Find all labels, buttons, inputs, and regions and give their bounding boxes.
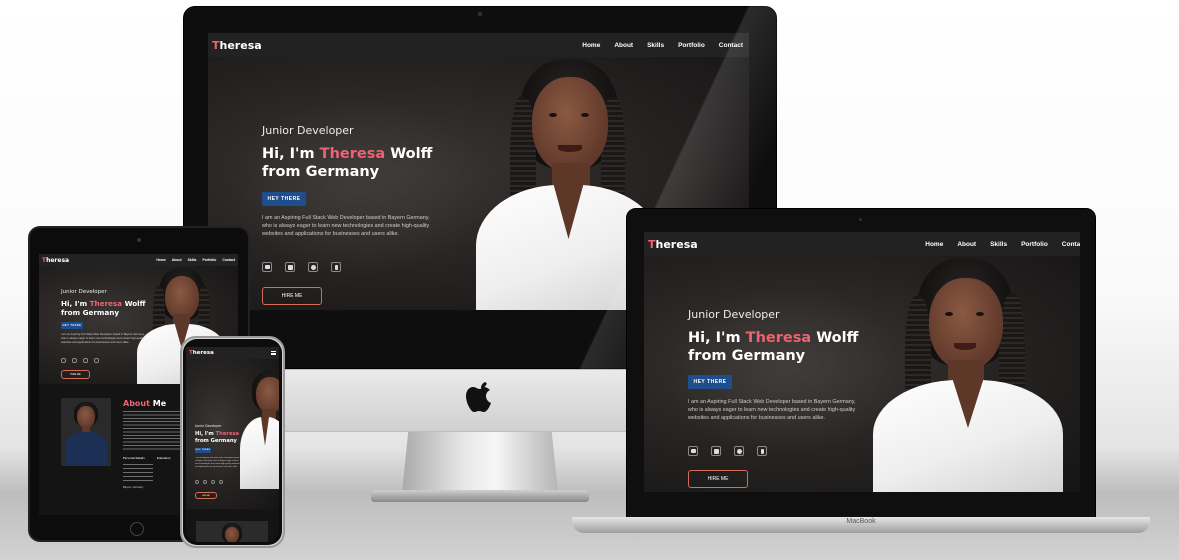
nav-portfolio[interactable]: Portfolio xyxy=(678,42,705,49)
about-portrait-image xyxy=(61,398,111,466)
envelope-icon[interactable] xyxy=(262,262,272,272)
site-logo[interactable]: Theresa xyxy=(648,238,698,251)
nav-links: Home About Skills Portfolio Contact xyxy=(156,258,235,262)
hero-description: I am an Aspiring Full Stack Web Develope… xyxy=(688,399,856,421)
facebook-icon[interactable] xyxy=(331,262,341,272)
hero-role: Junior Developer xyxy=(688,308,780,321)
navbar: Theresa Home About Skills Portfolio Cont… xyxy=(39,254,238,266)
nav-home[interactable]: Home xyxy=(582,42,600,49)
portrait-image xyxy=(859,256,1069,492)
envelope-icon[interactable] xyxy=(688,446,698,456)
linkedin-icon[interactable] xyxy=(285,262,295,272)
tablet-camera xyxy=(137,238,141,242)
site-logo[interactable]: Theresa xyxy=(212,39,262,52)
social-links xyxy=(61,358,99,363)
contact-details xyxy=(123,464,153,484)
hire-me-button[interactable]: HIRE ME xyxy=(688,470,748,488)
linkedin-icon[interactable] xyxy=(711,446,721,456)
phone-screen: Theresa Junior Developer Hi, I'm Theresa… xyxy=(186,347,279,542)
hero-description: I am an Aspiring Full Stack Web Develope… xyxy=(262,215,430,237)
facebook-icon[interactable] xyxy=(94,358,99,363)
github-icon[interactable] xyxy=(211,480,215,484)
hero-section: Junior Developer Hi, I'm Theresa from Ger… xyxy=(186,359,279,509)
social-links xyxy=(195,480,223,484)
hey-there-badge: HEY THERE xyxy=(195,448,211,453)
tablet-home-button[interactable] xyxy=(130,522,144,536)
envelope-icon[interactable] xyxy=(61,358,66,363)
education-label: Education xyxy=(157,456,171,460)
hero-title: Hi, I'm Theresa from Germany xyxy=(195,431,240,444)
macbook-camera xyxy=(859,218,862,221)
facebook-icon[interactable] xyxy=(757,446,767,456)
hey-there-badge: HEY THERE xyxy=(61,322,83,329)
phone-notch xyxy=(211,339,254,345)
location-text: Bayern, Germany xyxy=(123,486,144,489)
nav-about[interactable]: About xyxy=(957,241,976,248)
personal-details-label: Personal Details xyxy=(123,456,145,460)
hero-role: Junior Developer xyxy=(61,289,107,295)
nav-skills[interactable]: Skills xyxy=(990,241,1007,248)
hey-there-badge: HEY THERE xyxy=(688,375,732,389)
hero-title: Hi, I'm Theresa Wolff from Germany xyxy=(61,299,146,317)
nav-portfolio[interactable]: Portfolio xyxy=(202,258,216,262)
nav-contact[interactable]: Contact xyxy=(1062,241,1080,248)
navbar: Theresa Home About Skills Portfolio Cont… xyxy=(208,33,749,57)
nav-contact[interactable]: Contact xyxy=(719,42,743,49)
hamburger-menu-icon[interactable] xyxy=(271,351,276,355)
navbar: Theresa xyxy=(186,347,279,359)
apple-logo-icon xyxy=(466,380,494,413)
imac-camera xyxy=(478,12,482,16)
hero-title: Hi, I'm Theresa Wolff from Germany xyxy=(688,330,859,365)
nav-home[interactable]: Home xyxy=(156,258,165,262)
hire-me-button[interactable]: HIRE ME xyxy=(195,492,217,499)
nav-links: Home About Skills Portfolio Contact xyxy=(925,241,1080,248)
hire-me-button[interactable]: HIRE ME xyxy=(61,370,90,379)
imac-stand-base xyxy=(371,490,589,502)
about-heading: About Me xyxy=(123,399,167,408)
hero-section: Junior Developer Hi, I'm Theresa Wolff fr… xyxy=(644,256,1080,492)
nav-home[interactable]: Home xyxy=(925,241,943,248)
nav-skills[interactable]: Skills xyxy=(647,42,664,49)
github-icon[interactable] xyxy=(83,358,88,363)
nav-about[interactable]: About xyxy=(614,42,633,49)
social-links xyxy=(688,446,767,456)
envelope-icon[interactable] xyxy=(195,480,199,484)
hero-role: Junior Developer xyxy=(262,124,354,137)
macbook-label: MacBook xyxy=(846,518,876,525)
about-portrait-image xyxy=(196,521,268,542)
nav-about[interactable]: About xyxy=(172,258,182,262)
nav-contact[interactable]: Contact xyxy=(222,258,235,262)
facebook-icon[interactable] xyxy=(219,480,223,484)
site-logo[interactable]: Theresa xyxy=(189,350,214,356)
nav-portfolio[interactable]: Portfolio xyxy=(1021,241,1048,248)
nav-skills[interactable]: Skills xyxy=(188,258,197,262)
hero-description: I am an Aspiring Full Stack Web Develope… xyxy=(61,333,145,344)
hey-there-badge: HEY THERE xyxy=(262,192,306,206)
github-icon[interactable] xyxy=(308,262,318,272)
linkedin-icon[interactable] xyxy=(203,480,207,484)
hire-me-button[interactable]: HIRE ME xyxy=(262,287,322,305)
imac-stand xyxy=(402,432,558,492)
social-links xyxy=(262,262,341,272)
portrait-image xyxy=(238,369,279,489)
hero-role: Junior Developer xyxy=(195,424,222,428)
about-section xyxy=(186,509,279,542)
navbar: Theresa Home About Skills Portfolio Cont… xyxy=(644,232,1080,256)
nav-links: Home About Skills Portfolio Contact xyxy=(582,42,743,49)
github-icon[interactable] xyxy=(734,446,744,456)
hero-title: Hi, I'm Theresa Wolff from Germany xyxy=(262,146,433,181)
hero-description: I am an Aspiring Full Stack Web Develope… xyxy=(195,457,240,468)
linkedin-icon[interactable] xyxy=(72,358,77,363)
site-logo[interactable]: Theresa xyxy=(42,257,69,264)
macbook-screen: Theresa Home About Skills Portfolio Cont… xyxy=(644,232,1080,492)
